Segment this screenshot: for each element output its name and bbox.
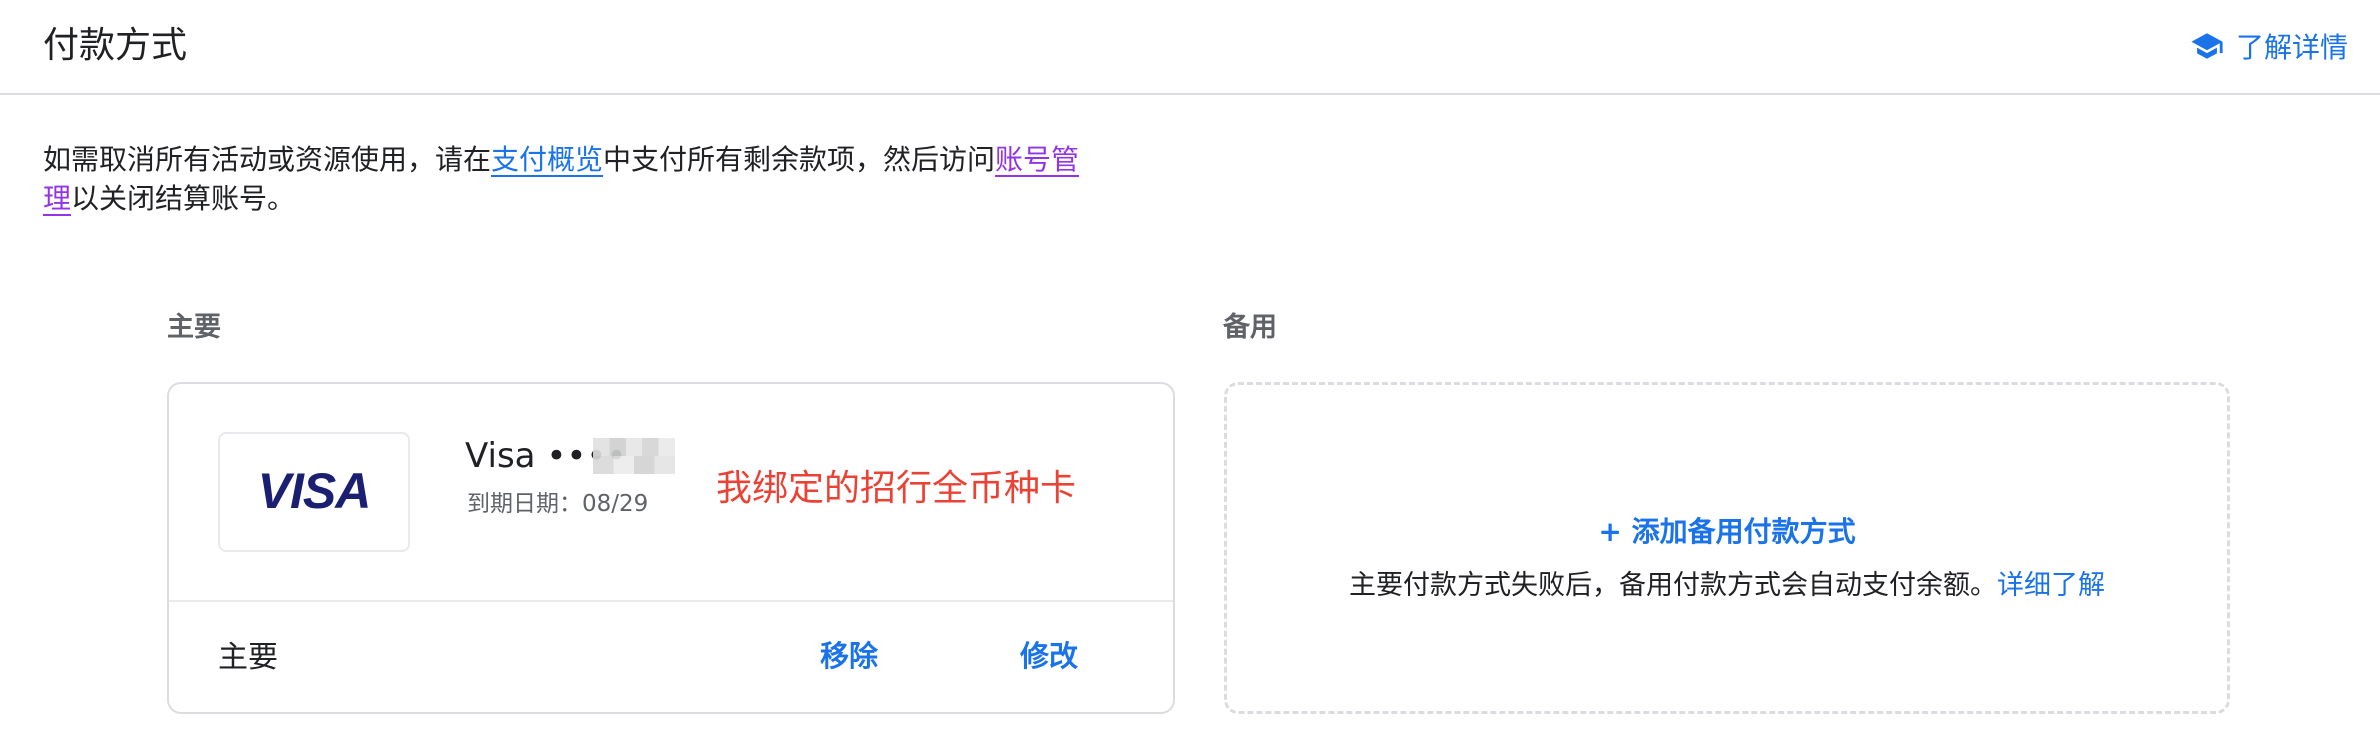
page-title: 付款方式	[43, 25, 188, 66]
primary-status-label: 主要	[218, 640, 278, 675]
card-details: VISA Visa •••• 到期日期：08/29 我绑定的招行全币种卡	[169, 384, 1173, 602]
learn-more-label: 了解详情	[2235, 31, 2348, 64]
svg-text:VISA: VISA	[258, 467, 371, 517]
visa-logo: VISA	[218, 432, 410, 552]
primary-payment-card: VISA Visa •••• 到期日期：08/29 我绑定的招行全币种卡 主要 …	[167, 382, 1175, 714]
primary-section-label: 主要	[167, 312, 221, 343]
card-annotation: 我绑定的招行全币种卡	[716, 468, 1077, 509]
intro-text-after: 以关闭结算账号。	[71, 182, 296, 215]
learn-more-link[interactable]: 了解详情	[2190, 24, 2348, 68]
intro-text-middle: 中支付所有剩余款项，然后访问	[603, 143, 996, 176]
details-link[interactable]: 详细了解	[1997, 570, 2105, 601]
intro-text-before: 如需取消所有活动或资源使用，请在	[43, 143, 492, 176]
backup-payment-card: + 添加备用付款方式 主要付款方式失败后，备用付款方式会自动支付余额。详细了解	[1224, 382, 2230, 714]
add-backup-payment-button[interactable]: + 添加备用付款方式	[1227, 513, 2227, 551]
billing-overview-link[interactable]: 支付概览	[491, 143, 603, 176]
card-actions: 主要 移除 修改	[169, 602, 1173, 714]
backup-description-text: 主要付款方式失败后，备用付款方式会自动支付余额。	[1349, 570, 1997, 601]
card-expiry: 到期日期：08/29	[467, 491, 649, 517]
school-icon	[2190, 29, 2224, 63]
redacted-card-number	[593, 438, 675, 474]
edit-button[interactable]: 修改	[1020, 636, 1078, 676]
backup-description: 主要付款方式失败后，备用付款方式会自动支付余额。详细了解	[1227, 567, 2227, 605]
backup-section-label: 备用	[1223, 312, 1277, 343]
remove-button[interactable]: 移除	[820, 636, 878, 676]
intro-text: 如需取消所有活动或资源使用，请在支付概览中支付所有剩余款项，然后访问账号管理以关…	[43, 140, 1083, 218]
page-header: 付款方式 了解详情	[0, 0, 2380, 95]
